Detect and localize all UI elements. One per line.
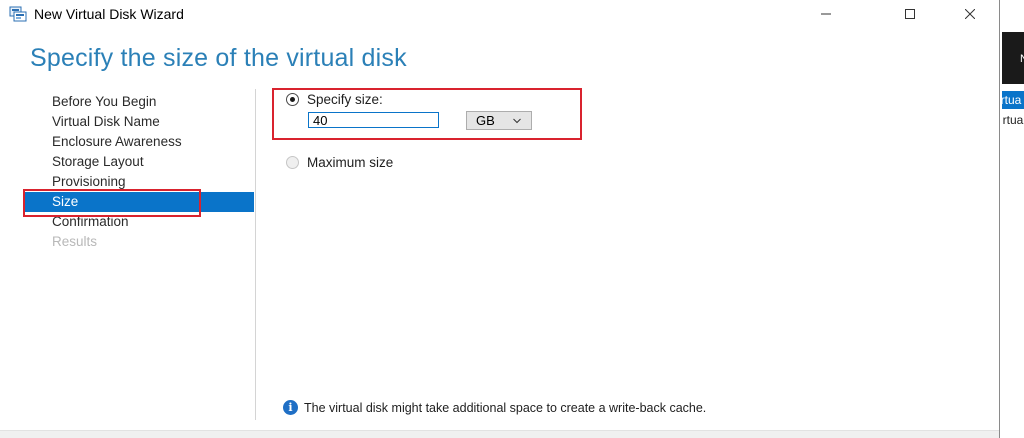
background-row[interactable]: irtua: [1002, 112, 1024, 128]
size-unit-value: GB: [476, 113, 495, 128]
step-virtual-disk-name[interactable]: Virtual Disk Name: [24, 112, 254, 132]
specify-size-label[interactable]: Specify size:: [307, 92, 383, 107]
wizard-step-list: Before You Begin Virtual Disk Name Enclo…: [24, 92, 254, 252]
step-enclosure-awareness[interactable]: Enclosure Awareness: [24, 132, 254, 152]
title-bar[interactable]: New Virtual Disk Wizard: [0, 0, 999, 28]
size-step-highlight-box: [23, 189, 201, 217]
maximum-size-label[interactable]: Maximum size: [307, 155, 393, 170]
maximum-size-radio[interactable]: [286, 156, 299, 169]
minimize-button[interactable]: [803, 0, 849, 28]
background-selected-row[interactable]: irtua: [1002, 91, 1024, 109]
info-icon: i: [283, 400, 298, 415]
specify-size-radio[interactable]: [286, 93, 299, 106]
info-text: The virtual disk might take additional s…: [304, 400, 707, 415]
size-value-input[interactable]: [308, 112, 439, 128]
maximize-button[interactable]: [887, 0, 933, 28]
write-back-cache-info: i The virtual disk might take additional…: [283, 400, 706, 415]
wizard-window: New Virtual Disk Wizard Specify the size…: [0, 0, 1000, 438]
step-storage-layout[interactable]: Storage Layout: [24, 152, 254, 172]
nav-divider: [255, 89, 256, 420]
chevron-down-icon: [513, 113, 521, 127]
minimize-icon: [821, 13, 831, 15]
background-header: N: [1002, 32, 1024, 84]
footer-button-bar: [0, 430, 999, 438]
window-title: New Virtual Disk Wizard: [34, 6, 184, 22]
size-unit-dropdown[interactable]: GB: [466, 111, 532, 130]
virtual-disk-app-icon: [9, 6, 27, 22]
close-button[interactable]: [947, 0, 993, 28]
close-icon: [965, 9, 975, 19]
page-title: Specify the size of the virtual disk: [30, 44, 407, 72]
background-window: N irtua irtua: [1002, 0, 1024, 438]
maximize-icon: [905, 9, 915, 19]
step-before-you-begin[interactable]: Before You Begin: [24, 92, 254, 112]
step-results: Results: [52, 234, 98, 249]
